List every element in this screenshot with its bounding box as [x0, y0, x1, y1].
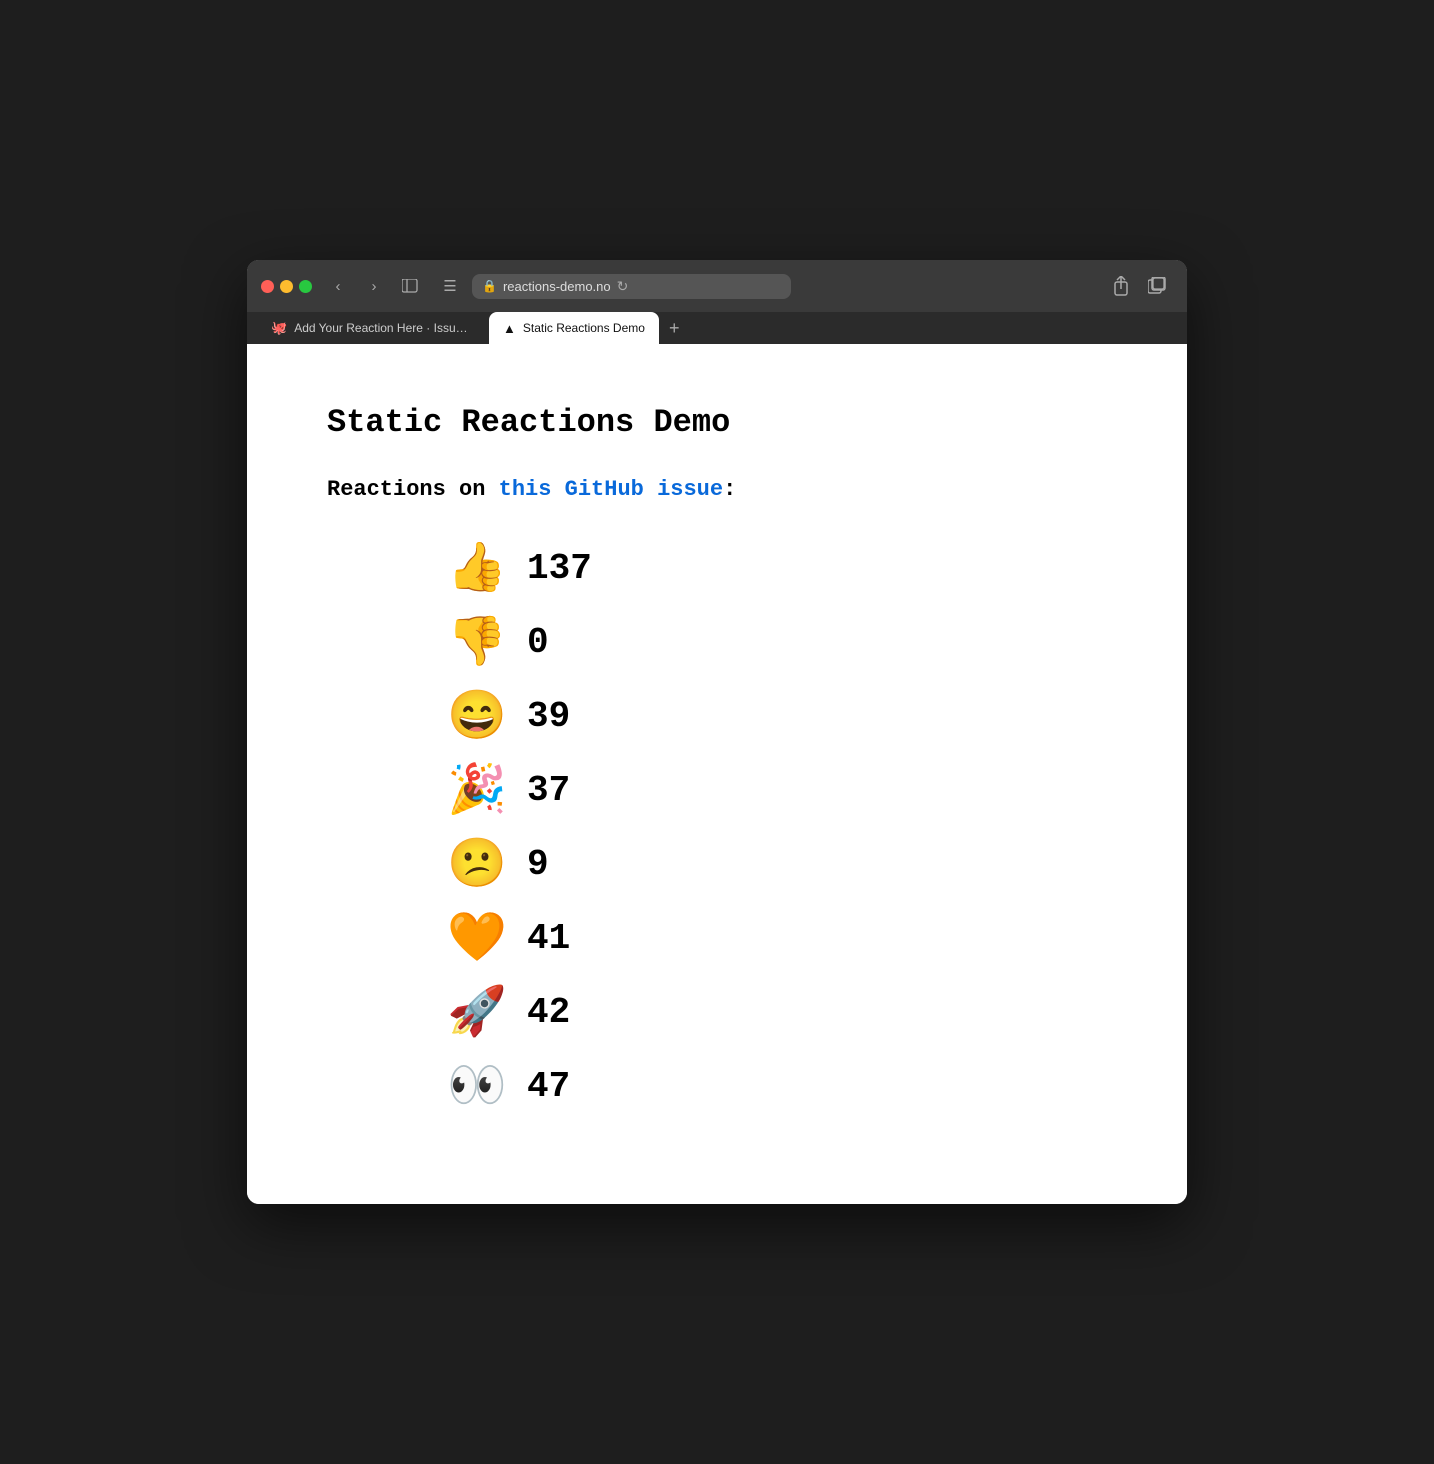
toolbar-actions [1105, 270, 1173, 302]
reaction-item-grinning: 😄 39 [447, 686, 1107, 746]
reaction-count-thumbs-down: 0 [527, 622, 549, 663]
reaction-count-grinning: 39 [527, 696, 570, 737]
reaction-item-thumbs-down: 👎0 [447, 612, 1107, 672]
reaction-item-confused: 😕9 [447, 834, 1107, 894]
browser-window: ‹ › ☰ 🔒 reactions-demo.no ↻ [247, 260, 1187, 1204]
reaction-count-thumbs-up: 137 [527, 548, 592, 589]
reaction-item-thumbs-up: 👍 137 [447, 538, 1107, 598]
close-button[interactable] [261, 280, 274, 293]
lock-icon: 🔒 [482, 279, 497, 293]
tab-demo-label: Static Reactions Demo [523, 321, 645, 335]
address-bar[interactable]: 🔒 reactions-demo.no ↻ [472, 274, 791, 299]
reaction-count-party-popper: 37 [527, 770, 570, 811]
page-content: Static Reactions Demo Reactions on this … [247, 344, 1187, 1204]
reactions-prefix: Reactions on [327, 477, 499, 502]
minimize-button[interactable] [280, 280, 293, 293]
reaction-item-eyes: 👀 47 [447, 1056, 1107, 1116]
reaction-emoji-grinning: 😄 [447, 686, 507, 746]
reactions-heading: Reactions on this GitHub issue: [327, 477, 1107, 502]
github-issue-link[interactable]: this GitHub issue [499, 477, 723, 502]
forward-button[interactable]: › [360, 272, 388, 300]
reload-button[interactable]: ↻ [617, 278, 629, 295]
toolbar: ‹ › ☰ 🔒 reactions-demo.no ↻ [247, 260, 1187, 312]
tab-github-label: Add Your Reaction Here · Issue #1 · chib… [294, 321, 473, 335]
tabs-bar: 🐙 Add Your Reaction Here · Issue #1 · ch… [247, 312, 1187, 344]
menu-button[interactable]: ☰ [436, 272, 464, 300]
demo-favicon: ▲ [503, 321, 516, 336]
reaction-emoji-thumbs-down: 👎 [447, 612, 507, 672]
page-title: Static Reactions Demo [327, 404, 1107, 441]
github-favicon: 🐙 [271, 320, 287, 336]
reaction-count-eyes: 47 [527, 1066, 570, 1107]
reaction-emoji-rocket: 🚀 [447, 982, 507, 1042]
reaction-emoji-heart: 🧡 [447, 908, 507, 968]
reaction-item-heart: 🧡 41 [447, 908, 1107, 968]
reaction-emoji-thumbs-up: 👍 [447, 538, 507, 598]
copy-tab-button[interactable] [1141, 270, 1173, 302]
reactions-suffix: : [723, 477, 736, 502]
tab-github[interactable]: 🐙 Add Your Reaction Here · Issue #1 · ch… [257, 312, 487, 344]
reaction-emoji-eyes: 👀 [447, 1056, 507, 1116]
back-button[interactable]: ‹ [324, 272, 352, 300]
maximize-button[interactable] [299, 280, 312, 293]
tab-demo[interactable]: ▲ Static Reactions Demo [489, 312, 659, 344]
address-text: reactions-demo.no [503, 279, 611, 294]
reaction-item-party-popper: 🎉 37 [447, 760, 1107, 820]
reaction-count-confused: 9 [527, 844, 549, 885]
reaction-item-rocket: 🚀 42 [447, 982, 1107, 1042]
reaction-count-rocket: 42 [527, 992, 570, 1033]
new-tab-button[interactable]: + [661, 314, 688, 343]
traffic-lights [261, 280, 312, 293]
reaction-emoji-confused: 😕 [447, 834, 507, 894]
reactions-list: 👍137👎0😄39🎉37😕9🧡41🚀42👀47 [447, 538, 1107, 1116]
browser-chrome: ‹ › ☰ 🔒 reactions-demo.no ↻ [247, 260, 1187, 344]
reaction-emoji-party-popper: 🎉 [447, 760, 507, 820]
reaction-count-heart: 41 [527, 918, 570, 959]
sidebar-button[interactable] [396, 272, 424, 300]
share-button[interactable] [1105, 270, 1137, 302]
